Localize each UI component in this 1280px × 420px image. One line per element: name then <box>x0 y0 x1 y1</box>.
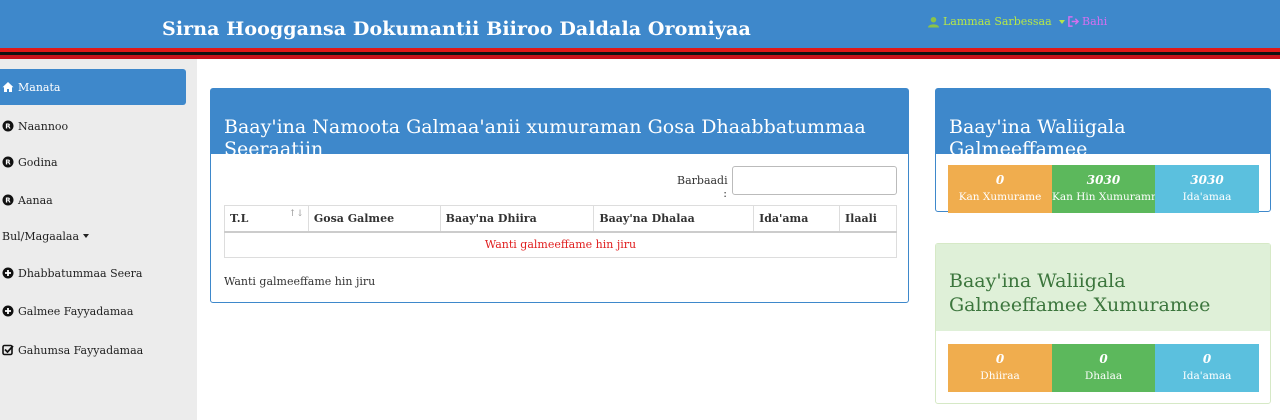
sidebar-item-label: Galmee Fayyadamaa <box>18 304 134 318</box>
table-header-row: T.L ↑↓ Gosa Galmee Baay'na Dhiira Baay'n… <box>224 205 897 233</box>
sidebar-item-label: Naannoo <box>18 119 69 133</box>
sidebar-item-label: Bul/Magaalaa <box>2 229 80 243</box>
registered-icon: R <box>2 120 14 132</box>
sort-icon: ↑↓ <box>288 209 304 219</box>
check-square-icon <box>2 344 14 356</box>
chevron-down-icon <box>1058 19 1065 24</box>
sidebar-item-godina[interactable]: R Godina <box>0 150 58 174</box>
sidebar-item-naannoo[interactable]: R Naannoo <box>0 114 68 138</box>
chevron-down-icon <box>83 234 90 238</box>
panel-title: Baay'ina Namoota Galmaa'anii xumuraman G… <box>211 89 908 160</box>
svg-text:R: R <box>5 197 11 205</box>
registered-icon: R <box>2 194 14 206</box>
sidebar-item-dhabbatummaa-seera[interactable]: Dhabbatummaa Seera <box>0 261 142 285</box>
stat-total: 3030 Ida'amaa <box>1155 165 1259 213</box>
user-menu-dropdown[interactable]: Lammaa Sarbessaa <box>928 15 1065 28</box>
column-header-gosa-galmee[interactable]: Gosa Galmee <box>307 205 441 233</box>
column-header-dhiira[interactable]: Baay'na Dhiira <box>439 205 595 233</box>
registrations-table: T.L ↑↓ Gosa Galmee Baay'na Dhiira Baay'n… <box>224 205 897 258</box>
stat-completed: 0 Kan Xumurame <box>948 165 1052 213</box>
user-icon <box>928 16 939 27</box>
sidebar-item-label: Godina <box>18 155 58 169</box>
sidebar-item-label: Dhabbatummaa Seera <box>18 266 143 280</box>
completed-registered-panel: Baay'ina Waliigala Galmeeffamee Xumurame… <box>935 243 1271 404</box>
column-header-idaama[interactable]: Ida'ama <box>753 205 841 233</box>
plus-circle-icon <box>2 305 14 317</box>
panel-title: Baay'ina Waliigala Galmeeffamee Xumurame… <box>936 244 1270 331</box>
stat-row: 0 Kan Xumurame 3030 Kan Hin Xumuramne 30… <box>948 165 1259 213</box>
panel-title: Baay'ina Waliigala Galmeeffamee <box>936 89 1270 160</box>
sign-out-icon <box>1068 16 1079 27</box>
sidebar-item-gahumsa-fayyadamaa[interactable]: Gahumsa Fayyadamaa <box>0 338 143 362</box>
empty-table-message: Wanti galmeeffame hin jiru <box>224 231 897 258</box>
svg-text:R: R <box>5 159 11 167</box>
brand-title[interactable]: Sirna Hooggansa Dokumantii Biiroo Daldal… <box>162 18 751 40</box>
sidebar-item-galmee-fayyadamaa[interactable]: Galmee Fayyadamaa <box>0 299 133 323</box>
stat-not-completed: 3030 Kan Hin Xumuramne <box>1052 165 1155 213</box>
search-input[interactable] <box>732 166 897 195</box>
sidebar-item-label: Aanaa <box>18 193 53 207</box>
registrations-by-type-panel: Baay'ina Namoota Galmaa'anii xumuraman G… <box>210 88 909 303</box>
total-registered-panel: Baay'ina Waliigala Galmeeffamee 0 Kan Xu… <box>935 88 1271 213</box>
svg-text:R: R <box>5 123 11 131</box>
stat-row: 0 Dhiiraa 0 Dhalaa 0 Ida'amaa <box>948 344 1259 392</box>
column-header-ilaali[interactable]: Ilaali <box>839 205 897 233</box>
stat-male: 0 Dhiiraa <box>948 344 1052 392</box>
stat-total: 0 Ida'amaa <box>1155 344 1259 392</box>
registered-icon: R <box>2 156 14 168</box>
logout-label: Bahi <box>1082 15 1108 28</box>
sidebar-item-bul-magaalaa[interactable]: Bul/Magaalaa <box>0 224 90 248</box>
plus-circle-icon <box>2 267 14 279</box>
stat-female: 0 Dhalaa <box>1052 344 1155 392</box>
column-header-tl[interactable]: T.L ↑↓ <box>224 205 309 233</box>
search-label: Barbaadi : <box>677 174 728 200</box>
column-header-dhalaa[interactable]: Baay'na Dhalaa <box>593 205 755 233</box>
sidebar-item-label: Manata <box>18 80 61 94</box>
table-info-text: Wanti galmeeffame hin jiru <box>224 275 376 288</box>
sidebar-item-manata[interactable]: Manata <box>0 69 186 105</box>
sidebar-item-aanaa[interactable]: R Aanaa <box>0 188 53 212</box>
user-name: Lammaa Sarbessaa <box>943 15 1052 28</box>
table-row: Wanti galmeeffame hin jiru <box>224 231 897 258</box>
logout-link[interactable]: Bahi <box>1068 15 1107 28</box>
sidebar-item-label: Gahumsa Fayyadamaa <box>18 343 144 357</box>
home-icon <box>2 82 14 92</box>
